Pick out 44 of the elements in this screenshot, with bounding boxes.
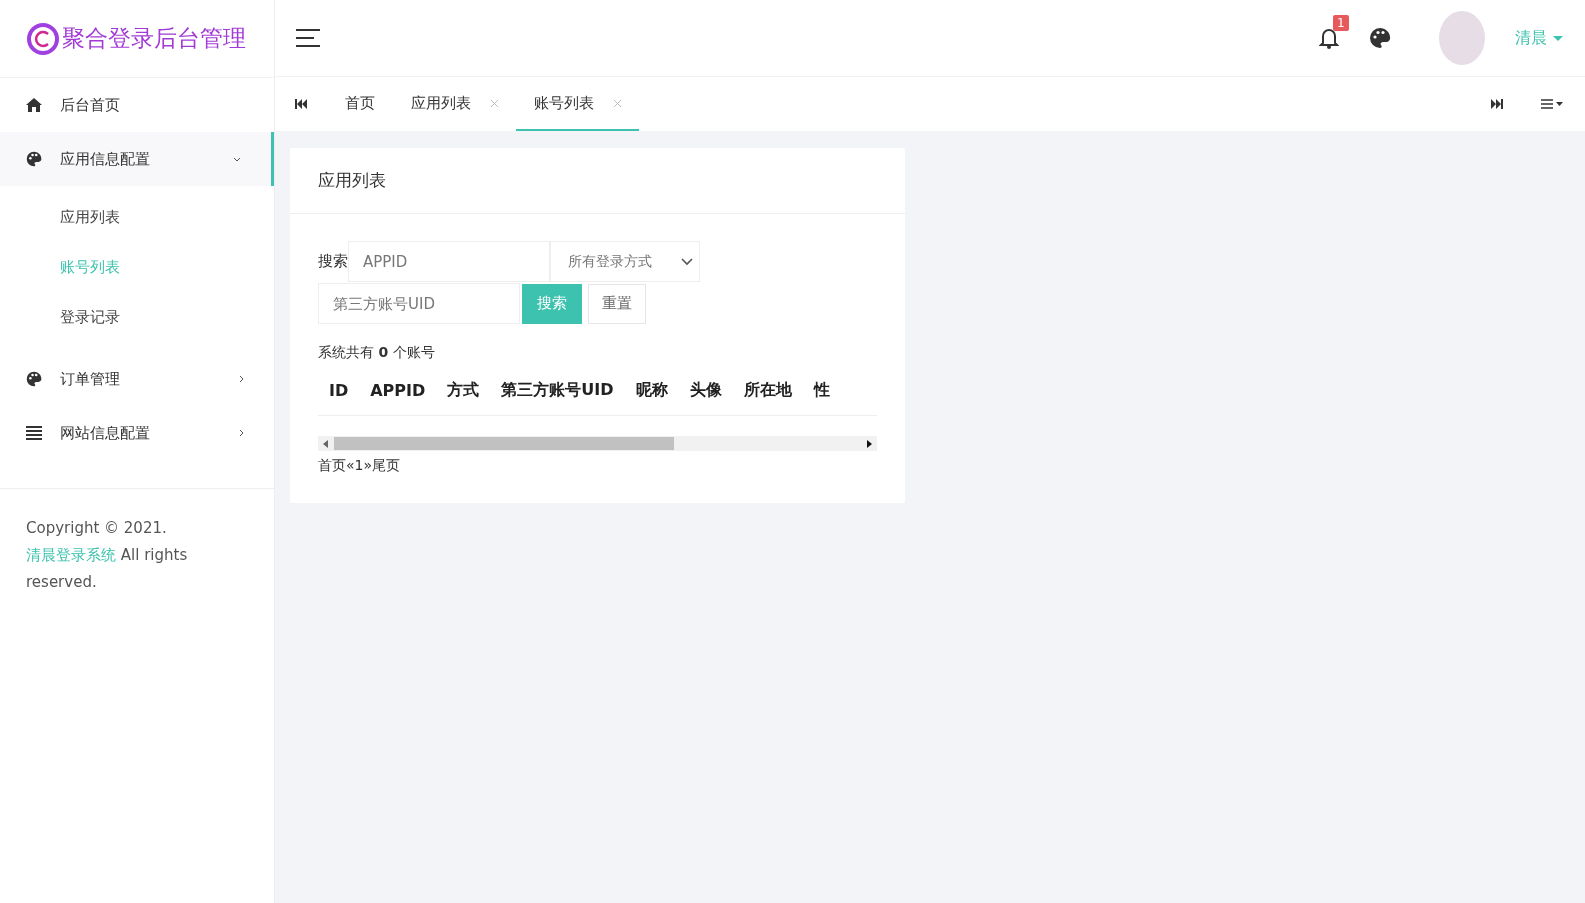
tab[interactable]: 应用列表 bbox=[393, 77, 516, 131]
horizontal-scrollbar[interactable] bbox=[318, 436, 877, 451]
chevron-right-icon bbox=[239, 429, 244, 437]
sidebar-item[interactable]: 应用信息配置 bbox=[0, 132, 274, 186]
palette-icon bbox=[26, 371, 42, 387]
pagination[interactable]: 首页«1»尾页 bbox=[318, 457, 401, 475]
copyright-text: Copyright © 2021. 清晨登录系统 All rights reserved. bbox=[26, 518, 189, 593]
column-header: 第三方账号UID bbox=[500, 379, 615, 401]
home-icon bbox=[26, 98, 42, 112]
palette-icon bbox=[26, 151, 42, 167]
search-label: 搜索 bbox=[318, 252, 348, 271]
uid-field[interactable]: 第三方账号UID bbox=[318, 283, 520, 324]
card-title: 应用列表 bbox=[290, 148, 905, 214]
reset-button[interactable]: 重置 bbox=[588, 283, 646, 324]
chevron-down-icon bbox=[233, 156, 241, 162]
app-title: 聚合登录后台管理 bbox=[62, 24, 246, 53]
tab-menu-icon[interactable] bbox=[1541, 99, 1563, 109]
sidebar-item[interactable]: 后台首页 bbox=[0, 78, 274, 132]
first-tab-icon[interactable] bbox=[295, 99, 307, 109]
column-header: 昵称 bbox=[634, 379, 669, 401]
notification-badge: 1 bbox=[1333, 15, 1349, 31]
sidebar-item[interactable]: 网站信息配置 bbox=[0, 406, 274, 460]
method-select[interactable]: 所有登录方式 bbox=[550, 241, 700, 282]
logo-icon bbox=[26, 21, 60, 56]
column-header: APPID bbox=[369, 380, 427, 402]
column-header: 头像 bbox=[688, 379, 723, 401]
tab[interactable]: 账号列表 bbox=[516, 77, 639, 131]
bell-icon[interactable] bbox=[1319, 27, 1339, 49]
menu-icon[interactable] bbox=[296, 29, 320, 47]
submenu-item[interactable]: 登录记录 bbox=[0, 292, 274, 342]
column-header: 所在地 bbox=[742, 379, 793, 401]
last-tab-icon[interactable] bbox=[1491, 99, 1503, 109]
account-count-text: 系统共有 0 个账号 bbox=[318, 344, 436, 362]
column-header: 性 bbox=[812, 379, 831, 401]
appid-field[interactable]: APPID bbox=[348, 241, 550, 282]
tab[interactable]: 首页 bbox=[327, 77, 393, 131]
chevron-right-icon bbox=[239, 375, 244, 383]
column-header: 方式 bbox=[446, 379, 481, 401]
sidebar-item[interactable]: 订单管理 bbox=[0, 352, 274, 406]
palette-icon[interactable] bbox=[1369, 27, 1391, 49]
submenu-item[interactable]: 应用列表 bbox=[0, 192, 274, 242]
chevron-down-icon bbox=[681, 257, 693, 266]
list-icon bbox=[26, 425, 42, 441]
column-header: ID bbox=[328, 380, 350, 402]
